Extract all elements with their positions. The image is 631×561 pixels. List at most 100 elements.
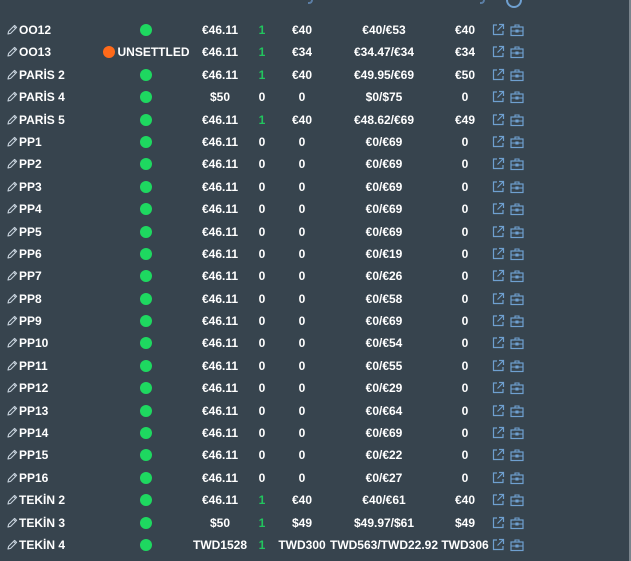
edit-pencil-icon[interactable]: [6, 69, 18, 81]
briefcase-icon[interactable]: [510, 292, 524, 306]
briefcase-icon[interactable]: [510, 180, 524, 194]
price-cell: €46.11: [201, 314, 239, 329]
price-cell: $50: [209, 515, 231, 530]
status-cell: [96, 19, 196, 41]
edit-pencil-icon[interactable]: [6, 494, 18, 506]
open-external-icon[interactable]: [491, 135, 505, 149]
edit-pencil-icon[interactable]: [6, 226, 18, 238]
quantity-cell: 0: [258, 90, 266, 105]
open-external-icon[interactable]: [491, 247, 505, 261]
status-cell: [96, 176, 196, 198]
open-external-icon[interactable]: [491, 157, 505, 171]
briefcase-icon[interactable]: [510, 135, 524, 149]
open-external-icon[interactable]: [491, 426, 505, 440]
status-ok-dot: [140, 247, 152, 260]
accounts-table: OO12 €46.11 1 €40 €40/€53 €40 OO13 UNSETTLED €46…: [0, 19, 629, 556]
edit-pencil-icon[interactable]: [6, 203, 18, 215]
briefcase-icon[interactable]: [510, 493, 524, 507]
briefcase-icon[interactable]: [510, 448, 524, 462]
balance-ratio-cell: €0/€69: [365, 202, 403, 217]
briefcase-icon[interactable]: [510, 157, 524, 171]
briefcase-icon[interactable]: [510, 404, 524, 418]
edit-pencil-icon[interactable]: [6, 181, 18, 193]
open-external-icon[interactable]: [491, 202, 505, 216]
open-external-icon[interactable]: [491, 359, 505, 373]
briefcase-icon[interactable]: [510, 471, 524, 485]
balance-ratio-cell: €0/€22: [365, 448, 403, 463]
edit-pencil-icon[interactable]: [6, 427, 18, 439]
briefcase-icon[interactable]: [510, 113, 524, 127]
edit-pencil-icon[interactable]: [6, 136, 18, 148]
quantity-cell: 0: [258, 314, 266, 329]
edit-pencil-icon[interactable]: [6, 158, 18, 170]
edit-pencil-icon[interactable]: [6, 337, 18, 349]
edit-pencil-icon[interactable]: [6, 270, 18, 282]
table-row: TEKİN 3 $50 1 $49 $49.97/$61 $49: [0, 512, 629, 534]
edit-pencil-icon[interactable]: [6, 405, 18, 417]
price-cell: €46.11: [201, 381, 239, 396]
briefcase-icon[interactable]: [510, 225, 524, 239]
account-name: PP2: [19, 157, 42, 172]
briefcase-icon[interactable]: [510, 538, 524, 552]
total-cell: €50: [454, 67, 476, 82]
open-external-icon[interactable]: [491, 448, 505, 462]
balance-ratio-cell: €0/€54: [365, 336, 403, 351]
edit-pencil-icon[interactable]: [6, 360, 18, 372]
edit-pencil-icon[interactable]: [6, 46, 18, 58]
table-row: PP15 €46.11 0 0 €0/€22 0: [0, 444, 629, 466]
open-external-icon[interactable]: [491, 538, 505, 552]
open-external-icon[interactable]: [491, 381, 505, 395]
edit-pencil-icon[interactable]: [6, 114, 18, 126]
open-external-icon[interactable]: [491, 113, 505, 127]
quantity-cell: 1: [258, 112, 266, 127]
edit-pencil-icon[interactable]: [6, 472, 18, 484]
briefcase-icon[interactable]: [510, 314, 524, 328]
open-external-icon[interactable]: [491, 404, 505, 418]
open-external-icon[interactable]: [491, 269, 505, 283]
open-external-icon[interactable]: [491, 471, 505, 485]
edit-pencil-icon[interactable]: [6, 248, 18, 260]
open-external-icon[interactable]: [491, 68, 505, 82]
status-cell: [96, 534, 196, 556]
edit-pencil-icon[interactable]: [6, 539, 18, 551]
briefcase-icon[interactable]: [510, 68, 524, 82]
briefcase-icon[interactable]: [510, 516, 524, 530]
edit-pencil-icon[interactable]: [6, 449, 18, 461]
open-external-icon[interactable]: [491, 336, 505, 350]
balance-ratio-cell: $49.97/$61: [353, 515, 415, 530]
edit-pencil-icon[interactable]: [6, 517, 18, 529]
edit-pencil-icon[interactable]: [6, 293, 18, 305]
open-external-icon[interactable]: [491, 225, 505, 239]
balance-ratio-cell: €0/€69: [365, 224, 403, 239]
open-external-icon[interactable]: [491, 292, 505, 306]
briefcase-icon[interactable]: [510, 336, 524, 350]
briefcase-icon[interactable]: [510, 45, 524, 59]
open-external-icon[interactable]: [491, 493, 505, 507]
table-row: PP2 €46.11 0 0 €0/€69 0: [0, 153, 629, 175]
briefcase-icon[interactable]: [510, 202, 524, 216]
balance-ratio-cell: €40/€53: [362, 23, 406, 37]
open-external-icon[interactable]: [491, 23, 505, 37]
account-name: TEKİN 3: [19, 515, 66, 530]
briefcase-icon[interactable]: [510, 359, 524, 373]
open-external-icon[interactable]: [491, 180, 505, 194]
open-external-icon[interactable]: [491, 314, 505, 328]
briefcase-icon[interactable]: [510, 23, 524, 37]
briefcase-icon[interactable]: [510, 90, 524, 104]
open-external-icon[interactable]: [491, 516, 505, 530]
edit-pencil-icon[interactable]: [6, 382, 18, 394]
edit-pencil-icon[interactable]: [6, 91, 18, 103]
edit-pencil-icon[interactable]: [6, 315, 18, 327]
briefcase-icon[interactable]: [510, 247, 524, 261]
open-external-icon[interactable]: [491, 45, 505, 59]
briefcase-icon[interactable]: [510, 426, 524, 440]
table-row: PP1 €46.11 0 0 €0/€69 0: [0, 131, 629, 153]
amount-cell: 0: [298, 358, 306, 373]
briefcase-icon[interactable]: [510, 269, 524, 283]
price-cell: €46.11: [201, 45, 239, 60]
open-external-icon[interactable]: [491, 90, 505, 104]
edit-pencil-icon[interactable]: [6, 24, 18, 36]
account-name: PP8: [19, 291, 42, 306]
briefcase-icon[interactable]: [510, 381, 524, 395]
table-row: PP16 €46.11 0 0 €0/€27 0: [0, 467, 629, 489]
